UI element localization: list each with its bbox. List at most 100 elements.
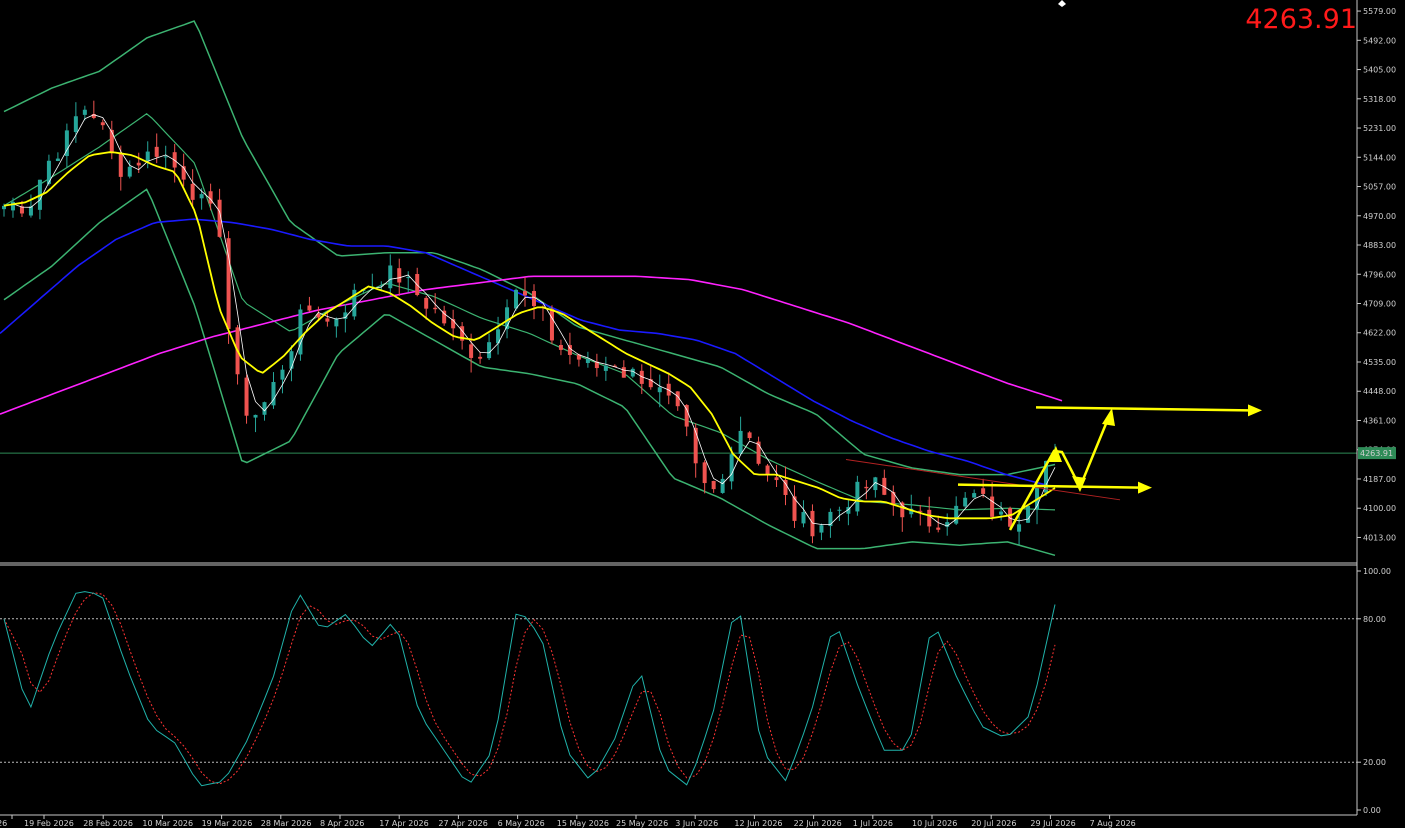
stoch-tick-label: 80.00 (1363, 615, 1386, 624)
candle-body (118, 153, 123, 177)
candle-body (747, 432, 752, 439)
candle-body (900, 502, 905, 518)
candle-body (999, 511, 1004, 515)
candle-body (163, 156, 168, 158)
candle-body (190, 183, 195, 200)
candle-body (127, 166, 132, 177)
candle-body (585, 359, 590, 364)
candle-body (603, 365, 608, 371)
candle-body (253, 414, 258, 418)
date-label: 22 Jun 2026 (794, 819, 842, 828)
candle-body (531, 291, 536, 307)
date-label: 15 May 2026 (557, 819, 609, 828)
date-label: 28 Feb 2026 (83, 819, 133, 828)
candle-body (487, 342, 492, 359)
date-label: 026 (0, 819, 7, 828)
date-label: 17 Apr 2026 (379, 819, 428, 828)
candle-body (990, 496, 995, 517)
candle-body (280, 369, 285, 380)
candle-body (621, 367, 626, 378)
candle-body (325, 318, 330, 322)
price-tick-label: 5057.00 (1363, 183, 1396, 192)
price-tick-label: 5231.00 (1363, 124, 1396, 133)
candle-body (100, 122, 105, 126)
price-tick-label: 4187.00 (1363, 475, 1396, 484)
candle-body (1017, 524, 1022, 532)
price-tick-label: 4100.00 (1363, 504, 1396, 513)
candle-body (109, 129, 114, 153)
candle-body (136, 162, 141, 166)
candle-body (424, 297, 429, 309)
candle-body (289, 351, 294, 369)
candle-body (693, 427, 698, 464)
candle-body (55, 158, 60, 161)
candle-body (154, 146, 159, 157)
price-tick-label: 4883.00 (1363, 241, 1396, 250)
candle-body (469, 344, 474, 358)
price-tick-label: 4013.00 (1363, 533, 1396, 542)
date-label: 20 Jul 2026 (971, 819, 1016, 828)
stoch-tick-label: 0.00 (1363, 806, 1381, 815)
candle-body (936, 527, 941, 530)
date-label: 29 Jul 2026 (1030, 819, 1075, 828)
candle-body (963, 497, 968, 507)
price-tick-label: 4709.00 (1363, 300, 1396, 309)
date-label: 1 Jul 2026 (853, 819, 893, 828)
stoch-tick-label: 20.00 (1363, 758, 1386, 767)
candle-body (28, 206, 33, 216)
trading-chart[interactable]: 5579.00 5492.00 5405.00 5318.00 5231.00 5144.… (0, 0, 1405, 828)
candle-body (972, 493, 977, 498)
date-label: 6 May 2026 (498, 819, 545, 828)
date-label: 3 Jun 2026 (675, 819, 718, 828)
candle-body (523, 291, 528, 296)
candle-body (262, 402, 267, 415)
candle-body (864, 486, 869, 489)
price-tick-label: 4796.00 (1363, 270, 1396, 279)
price-tick-label: 4970.00 (1363, 212, 1396, 221)
candle-body (657, 387, 662, 393)
current-price-tag-label: 4263.91 (1360, 449, 1393, 458)
candle-body (433, 307, 438, 310)
candle-body (630, 368, 635, 377)
date-label: 28 Mar 2026 (261, 819, 312, 828)
candle-body (801, 512, 806, 524)
candle-body (307, 305, 312, 311)
candle-body (397, 268, 402, 283)
candle-body (981, 488, 986, 494)
candle-body (558, 344, 563, 350)
price-tick-label: 5144.00 (1363, 153, 1396, 162)
candle-body (702, 462, 707, 484)
price-tick-label: 5492.00 (1363, 36, 1396, 45)
candle-body (145, 151, 150, 162)
date-label: 10 Mar 2026 (142, 819, 193, 828)
candle-body (514, 289, 519, 309)
candle-body (774, 477, 779, 481)
price-tick-label: 4535.00 (1363, 358, 1396, 367)
candle-body (738, 430, 743, 454)
candle-body (388, 265, 393, 289)
candle-body (855, 481, 860, 512)
candle-body (334, 318, 339, 327)
candle-body (1026, 505, 1031, 523)
date-label: 19 Feb 2026 (24, 819, 74, 828)
candle-body (819, 525, 824, 533)
candle-body (82, 109, 87, 115)
date-label: 12 Jun 2026 (734, 819, 782, 828)
candle-body (226, 238, 231, 329)
candle-body (927, 509, 932, 527)
price-tick-label: 4622.00 (1363, 329, 1396, 338)
candle-body (244, 377, 249, 416)
price-tick-label: 5579.00 (1363, 7, 1396, 16)
date-label: 8 Apr 2026 (320, 819, 364, 828)
date-label: 7 Aug 2026 (1090, 819, 1136, 828)
candle-body (549, 309, 554, 341)
current-price-display: 4263.91 (1245, 4, 1357, 35)
date-label: 19 Mar 2026 (202, 819, 253, 828)
candle-body (478, 356, 483, 359)
candle-body (199, 194, 204, 199)
date-label: 25 May 2026 (616, 819, 668, 828)
candle-body (711, 480, 716, 490)
candle-body (729, 454, 734, 482)
price-tick-label: 5405.00 (1363, 66, 1396, 75)
price-tick-label: 5318.00 (1363, 95, 1396, 104)
